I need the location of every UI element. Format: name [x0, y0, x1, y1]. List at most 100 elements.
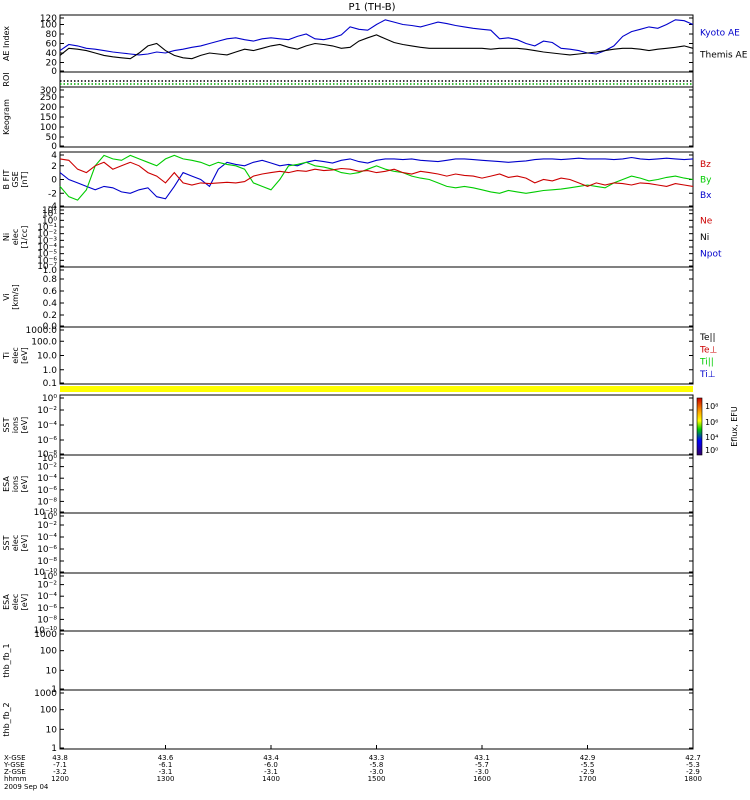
y-axis-label: [nT]: [20, 171, 29, 187]
x-tick-label: 1700: [579, 775, 597, 783]
y-axis-label: ions: [11, 417, 20, 433]
y-tick-label: 100: [40, 123, 57, 133]
y-tick-label: 1000: [34, 689, 57, 699]
panel-esa_elec: 10⁰10⁻²10⁻⁴10⁻⁶10⁻⁸10⁻¹⁰ESA elec [eV]: [2, 572, 694, 636]
y-axis-label: ROI: [2, 72, 11, 86]
panel-ni: 10²10¹10⁰10⁻¹10⁻²10⁻³10⁻⁴10⁻⁵10⁻⁶10⁻⁷Ni e…: [2, 206, 722, 272]
y-tick-label: 0.6: [43, 287, 58, 297]
y-axis-label: SST: [2, 417, 11, 432]
panel-frame: [59, 689, 694, 750]
panel-frame: [59, 206, 694, 268]
panel-fb1: 1000100101thb_fb_1: [2, 630, 694, 695]
y-tick-label: 1000: [34, 630, 57, 640]
y-tick-label: 10⁻⁶: [37, 436, 57, 446]
legend-entry: Ni: [700, 233, 709, 243]
chart-title: P1 (TH-B): [348, 2, 395, 13]
y-tick-label: 0.1: [43, 379, 57, 389]
y-axis-label: [1/cc]: [20, 226, 29, 249]
legend-entry: Ne: [700, 216, 713, 226]
panel-sst_ion: 10⁰10⁻²10⁻⁴10⁻⁶10⁻⁸SST ions [eV]: [2, 394, 694, 460]
y-axis-label: [eV]: [20, 594, 29, 611]
y-tick-label: 1.0: [43, 366, 58, 376]
y-tick-label: 200: [40, 103, 57, 113]
y-tick-label: 0: [51, 67, 57, 77]
y-tick-label: 1000.0: [26, 326, 58, 336]
legend-entry: Bz: [700, 160, 711, 170]
colorbar-tick-label: 10⁸: [705, 402, 718, 411]
y-axis-label: [eV]: [20, 417, 29, 434]
y-tick-label: 100: [40, 21, 57, 31]
y-axis-label: Ti: [2, 352, 11, 360]
panel-sst_elec: 10⁰10⁻²10⁻⁴10⁻⁶10⁻⁸10⁻¹⁰SST elec [eV]: [2, 512, 694, 578]
legend-entry: Ti⊥: [699, 370, 716, 380]
panel-frame: [59, 572, 694, 632]
y-tick-label: 10: [46, 666, 58, 676]
panel-roi: ROI: [2, 71, 694, 88]
legend-entry: Ti||: [699, 358, 714, 368]
legend-entry: Themis AE: [699, 50, 748, 60]
colorbar-tick-label: 10⁶: [705, 418, 718, 427]
y-tick-label: 10⁻⁶: [37, 604, 57, 614]
panel-frame: [59, 454, 694, 514]
legend-entry: By: [700, 176, 712, 186]
y-axis-label: B FIT: [2, 169, 11, 189]
legend-entry: Te⊥: [699, 345, 718, 355]
series-themis-ae: [59, 34, 694, 60]
y-axis-label: elec: [11, 594, 20, 610]
y-axis-label: elec: [11, 347, 20, 363]
y-tick-label: 10⁻⁶: [37, 486, 57, 496]
y-axis-label: ions: [11, 476, 20, 492]
panel-ae: 120100806040200AE Index Kyoto AEThemis AE: [2, 14, 748, 77]
y-tick-label: 10⁻⁸: [37, 557, 57, 567]
y-axis-label: elec: [11, 229, 20, 245]
y-axis-label: thb_fb_2: [2, 702, 11, 736]
panel-esa_ion: 10⁰10⁻²10⁻⁴10⁻⁶10⁻⁸10⁻¹⁰ESA ions [eV]: [2, 454, 694, 518]
x-tick-label: 1800: [684, 775, 702, 783]
yellow-band: [60, 386, 693, 392]
y-axis-label: GSE: [11, 171, 20, 187]
legend-entry: Bx: [700, 191, 712, 201]
y-tick-label: 0.2: [43, 311, 57, 321]
series-kyoto-ae: [59, 19, 694, 56]
x-row-label: hhmm: [4, 775, 27, 783]
panel-fb2: 1000 100 10 1 thb_fb_2: [2, 689, 694, 754]
y-axis-label: thb_fb_1: [2, 643, 11, 677]
y-tick-label: 10⁻⁶: [37, 545, 57, 555]
y-tick-label: 10⁻⁴: [37, 474, 57, 484]
panel-frame: [59, 512, 694, 574]
panel-frame: [59, 630, 694, 691]
series-bx: [59, 156, 694, 200]
y-tick-label: 40: [46, 49, 58, 59]
y-tick-label: 10⁻⁸: [37, 497, 57, 507]
panel-frame: [59, 266, 694, 328]
y-tick-label: 10⁻²: [37, 581, 57, 591]
panel-frame: [59, 394, 694, 456]
y-tick-label: 10⁻⁴: [37, 533, 57, 543]
y-axis-label: [km/s]: [11, 284, 20, 310]
y-tick-label: 100: [40, 647, 57, 657]
y-tick-label: 60: [46, 40, 58, 50]
x-tick-label: 1600: [473, 775, 491, 783]
y-tick-label: 0.4: [43, 299, 58, 309]
y-tick-label: 80: [46, 30, 58, 40]
colorbar: 10⁸ 10⁶ 10⁴ 10⁰ Eflux, EFU: [696, 397, 739, 456]
y-tick-label: 10: [46, 725, 58, 735]
panel-vi: 1.00.80.60.40.20.0Vi [km/s]: [2, 266, 694, 332]
panel-ti: 1000.0100.0 10.0 1.0 0.1 Ti elec [eV] Te|| Te⊥ Ti…: [2, 326, 718, 389]
y-tick-label: 0: [51, 176, 57, 186]
y-axis-label: ESA: [2, 476, 11, 492]
y-axis-label: Vi: [2, 293, 11, 301]
y-axis-label: ESA: [2, 594, 11, 610]
y-tick-label: 10⁻²: [37, 463, 57, 473]
panel-frame: [59, 86, 694, 148]
date-label: 2009 Sep 04: [4, 783, 49, 791]
legend-entry: Kyoto AE: [700, 29, 740, 39]
y-tick-label: 10⁻²: [37, 521, 57, 531]
series-bz: [59, 158, 694, 187]
legend-entry: Npot: [700, 250, 722, 260]
x-tick-label: 1500: [368, 775, 386, 783]
y-axis-label: SST: [2, 535, 11, 550]
panel-keogram: 300250200150100500Keogram: [2, 86, 694, 152]
y-tick-label: -2: [48, 189, 57, 199]
series-by: [59, 154, 694, 201]
